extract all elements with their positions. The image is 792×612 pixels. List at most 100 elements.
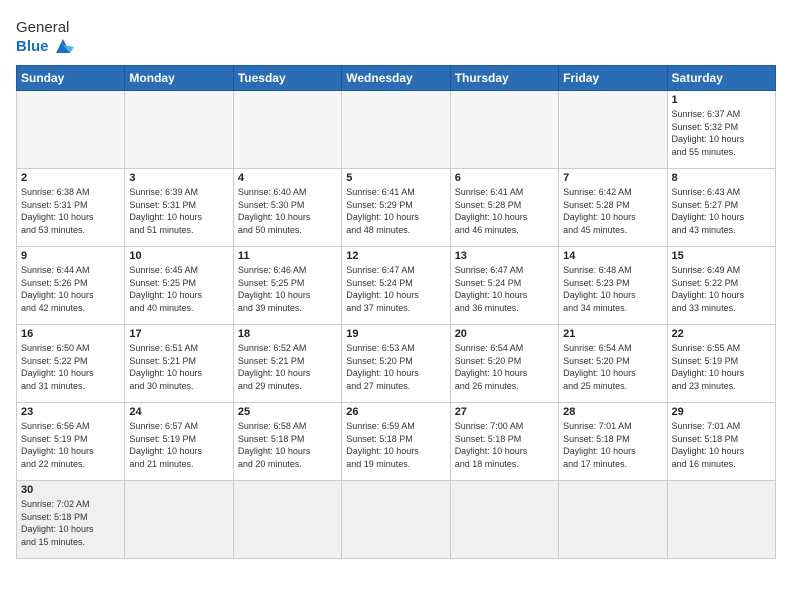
day-number: 8 — [672, 172, 771, 184]
cell-info: Sunrise: 6:50 AM Sunset: 5:22 PM Dayligh… — [21, 342, 120, 392]
day-number: 18 — [238, 328, 337, 340]
cell-info: Sunrise: 6:45 AM Sunset: 5:25 PM Dayligh… — [129, 264, 228, 314]
calendar-cell — [450, 91, 558, 169]
calendar-cell — [559, 91, 667, 169]
calendar-cell: 12Sunrise: 6:47 AM Sunset: 5:24 PM Dayli… — [342, 247, 450, 325]
cell-info: Sunrise: 6:46 AM Sunset: 5:25 PM Dayligh… — [238, 264, 337, 314]
calendar-cell: 23 Sunrise: 6:56 AM Sunset: 5:19 PM Dayli… — [17, 403, 125, 481]
day-number: 11 — [238, 250, 337, 262]
cell-info: Sunrise: 6:59 AM Sunset: 5:18 PM Dayligh… — [346, 420, 445, 470]
header-cell-saturday: Saturday — [667, 66, 775, 91]
calendar-cell: 15 Sunrise: 6:49 AM Sunset: 5:22 PM Dayli… — [667, 247, 775, 325]
day-number: 26 — [346, 406, 445, 418]
calendar-cell: 9Sunrise: 6:44 AM Sunset: 5:26 PM Daylig… — [17, 247, 125, 325]
calendar-cell: 3Sunrise: 6:39 AM Sunset: 5:31 PM Daylig… — [125, 169, 233, 247]
logo-icon — [52, 35, 74, 57]
calendar-cell: 29 Sunrise: 7:01 AM Sunset: 5:18 PM Dayli… — [667, 403, 775, 481]
calendar-cell: 2 Sunrise: 6:38 AM Sunset: 5:31 PM Daylig… — [17, 169, 125, 247]
cell-info: Sunrise: 6:41 AM Sunset: 5:28 PM Dayligh… — [455, 186, 554, 236]
day-number: 5 — [346, 172, 445, 184]
header-cell-tuesday: Tuesday — [233, 66, 341, 91]
cell-info: Sunrise: 6:39 AM Sunset: 5:31 PM Dayligh… — [129, 186, 228, 236]
cell-info: Sunrise: 6:49 AM Sunset: 5:22 PM Dayligh… — [672, 264, 771, 314]
cell-info: Sunrise: 6:43 AM Sunset: 5:27 PM Dayligh… — [672, 186, 771, 236]
cell-info: Sunrise: 6:44 AM Sunset: 5:26 PM Dayligh… — [21, 264, 120, 314]
day-number: 22 — [672, 328, 771, 340]
week-row-3: 16 Sunrise: 6:50 AM Sunset: 5:22 PM Dayli… — [17, 325, 776, 403]
calendar-table: SundayMondayTuesdayWednesdayThursdayFrid… — [16, 65, 776, 559]
cell-info: Sunrise: 6:54 AM Sunset: 5:20 PM Dayligh… — [455, 342, 554, 392]
calendar-cell: 26 Sunrise: 6:59 AM Sunset: 5:18 PM Dayli… — [342, 403, 450, 481]
cell-info: Sunrise: 6:37 AM Sunset: 5:32 PM Dayligh… — [672, 108, 771, 158]
cell-info: Sunrise: 6:40 AM Sunset: 5:30 PM Dayligh… — [238, 186, 337, 236]
week-row-0: 1 Sunrise: 6:37 AM Sunset: 5:32 PM Daylig… — [17, 91, 776, 169]
calendar-cell — [233, 91, 341, 169]
day-number: 14 — [563, 250, 662, 262]
calendar-cell: 20 Sunrise: 6:54 AM Sunset: 5:20 PM Dayli… — [450, 325, 558, 403]
cell-info: Sunrise: 6:47 AM Sunset: 5:24 PM Dayligh… — [346, 264, 445, 314]
calendar-cell: 4 Sunrise: 6:40 AM Sunset: 5:30 PM Daylig… — [233, 169, 341, 247]
day-number: 23 — [21, 406, 120, 418]
header-cell-wednesday: Wednesday — [342, 66, 450, 91]
header-cell-sunday: Sunday — [17, 66, 125, 91]
day-number: 25 — [238, 406, 337, 418]
day-number: 27 — [455, 406, 554, 418]
calendar-cell: 30Sunrise: 7:02 AM Sunset: 5:18 PM Dayli… — [17, 481, 125, 559]
cell-info: Sunrise: 7:01 AM Sunset: 5:18 PM Dayligh… — [672, 420, 771, 470]
calendar-cell: 10 Sunrise: 6:45 AM Sunset: 5:25 PM Dayli… — [125, 247, 233, 325]
day-number: 19 — [346, 328, 445, 340]
day-number: 1 — [672, 94, 771, 106]
header: General Blue — [16, 16, 776, 57]
calendar-cell: 24Sunrise: 6:57 AM Sunset: 5:19 PM Dayli… — [125, 403, 233, 481]
cell-info: Sunrise: 6:52 AM Sunset: 5:21 PM Dayligh… — [238, 342, 337, 392]
week-row-5: 30Sunrise: 7:02 AM Sunset: 5:18 PM Dayli… — [17, 481, 776, 559]
day-number: 2 — [21, 172, 120, 184]
day-number: 17 — [129, 328, 228, 340]
calendar-cell — [233, 481, 341, 559]
calendar-cell: 22 Sunrise: 6:55 AM Sunset: 5:19 PM Dayli… — [667, 325, 775, 403]
day-number: 20 — [455, 328, 554, 340]
calendar-cell — [667, 481, 775, 559]
cell-info: Sunrise: 6:53 AM Sunset: 5:20 PM Dayligh… — [346, 342, 445, 392]
day-number: 4 — [238, 172, 337, 184]
calendar-cell: 27 Sunrise: 7:00 AM Sunset: 5:18 PM Dayli… — [450, 403, 558, 481]
cell-info: Sunrise: 6:38 AM Sunset: 5:31 PM Dayligh… — [21, 186, 120, 236]
cell-info: Sunrise: 6:47 AM Sunset: 5:24 PM Dayligh… — [455, 264, 554, 314]
cell-info: Sunrise: 6:58 AM Sunset: 5:18 PM Dayligh… — [238, 420, 337, 470]
day-number: 16 — [21, 328, 120, 340]
cell-info: Sunrise: 6:48 AM Sunset: 5:23 PM Dayligh… — [563, 264, 662, 314]
calendar-cell: 28Sunrise: 7:01 AM Sunset: 5:18 PM Dayli… — [559, 403, 667, 481]
day-number: 13 — [455, 250, 554, 262]
cell-info: Sunrise: 6:56 AM Sunset: 5:19 PM Dayligh… — [21, 420, 120, 470]
calendar-cell — [342, 91, 450, 169]
calendar-cell — [342, 481, 450, 559]
calendar-cell: 7 Sunrise: 6:42 AM Sunset: 5:28 PM Daylig… — [559, 169, 667, 247]
header-row: SundayMondayTuesdayWednesdayThursdayFrid… — [17, 66, 776, 91]
page-container: General Blue SundayMondayTuesdayWednesda… — [16, 16, 776, 559]
calendar-cell: 11 Sunrise: 6:46 AM Sunset: 5:25 PM Dayli… — [233, 247, 341, 325]
calendar-cell — [125, 91, 233, 169]
cell-info: Sunrise: 6:42 AM Sunset: 5:28 PM Dayligh… — [563, 186, 662, 236]
header-cell-monday: Monday — [125, 66, 233, 91]
calendar-cell: 18 Sunrise: 6:52 AM Sunset: 5:21 PM Dayli… — [233, 325, 341, 403]
day-number: 15 — [672, 250, 771, 262]
cell-info: Sunrise: 6:55 AM Sunset: 5:19 PM Dayligh… — [672, 342, 771, 392]
week-row-4: 23 Sunrise: 6:56 AM Sunset: 5:19 PM Dayli… — [17, 403, 776, 481]
calendar-cell — [17, 91, 125, 169]
calendar-cell: 16 Sunrise: 6:50 AM Sunset: 5:22 PM Dayli… — [17, 325, 125, 403]
calendar-cell: 6Sunrise: 6:41 AM Sunset: 5:28 PM Daylig… — [450, 169, 558, 247]
logo-general: General — [16, 20, 69, 35]
calendar-cell: 21Sunrise: 6:54 AM Sunset: 5:20 PM Dayli… — [559, 325, 667, 403]
calendar-cell — [559, 481, 667, 559]
calendar-cell: 19 Sunrise: 6:53 AM Sunset: 5:20 PM Dayli… — [342, 325, 450, 403]
day-number: 29 — [672, 406, 771, 418]
week-row-1: 2 Sunrise: 6:38 AM Sunset: 5:31 PM Daylig… — [17, 169, 776, 247]
cell-info: Sunrise: 7:00 AM Sunset: 5:18 PM Dayligh… — [455, 420, 554, 470]
calendar-cell — [125, 481, 233, 559]
calendar-cell: 17Sunrise: 6:51 AM Sunset: 5:21 PM Dayli… — [125, 325, 233, 403]
day-number: 10 — [129, 250, 228, 262]
calendar-cell: 1 Sunrise: 6:37 AM Sunset: 5:32 PM Daylig… — [667, 91, 775, 169]
calendar-cell — [450, 481, 558, 559]
day-number: 7 — [563, 172, 662, 184]
cell-info: Sunrise: 6:41 AM Sunset: 5:29 PM Dayligh… — [346, 186, 445, 236]
